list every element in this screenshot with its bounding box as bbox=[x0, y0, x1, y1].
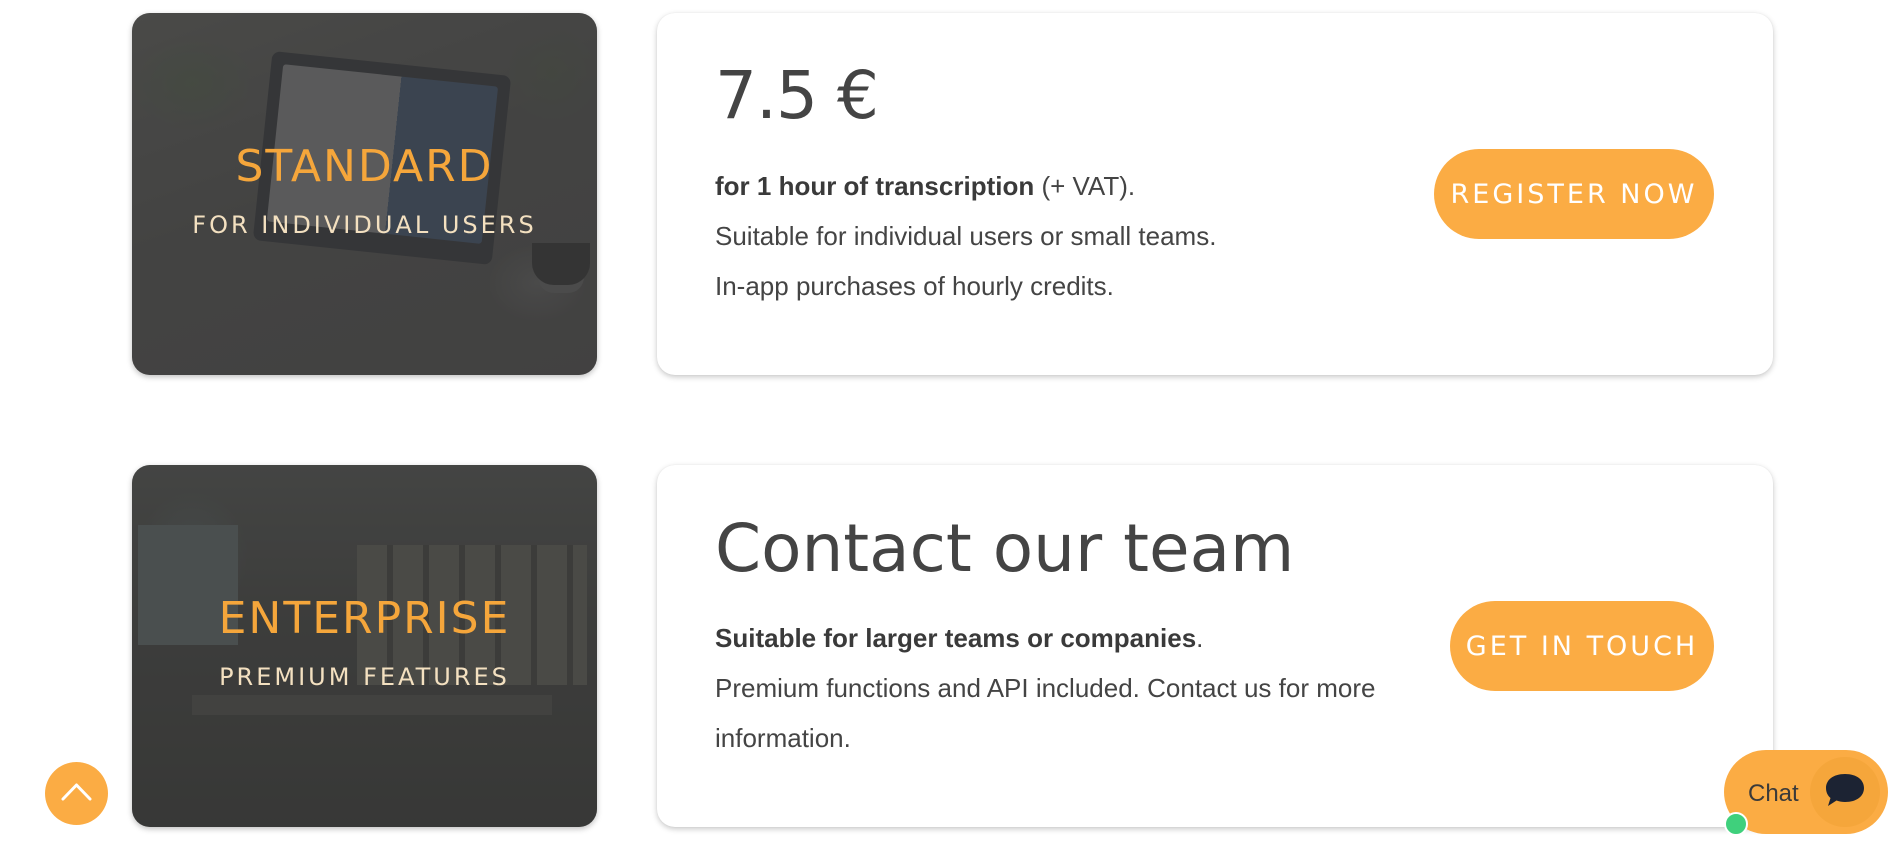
plan-description: Suitable for larger teams or companies. … bbox=[715, 613, 1395, 763]
plan-description-bold: Suitable for larger teams or companies bbox=[715, 623, 1197, 653]
plan-description-bold: for 1 hour of transcription bbox=[715, 171, 1035, 201]
chevron-up-icon bbox=[61, 783, 92, 801]
plan-description-line-1: for 1 hour of transcription (+ VAT). bbox=[715, 161, 1395, 211]
chat-icon-wrap bbox=[1810, 757, 1880, 827]
plan-description-line-2: Premium functions and API included. Cont… bbox=[715, 673, 1376, 753]
chat-label: Chat bbox=[1748, 780, 1799, 807]
plan-description-line-1: Suitable for larger teams or companies. bbox=[715, 613, 1395, 663]
scroll-to-top-button[interactable] bbox=[45, 762, 108, 825]
plan-description-line-2: Suitable for individual users or small t… bbox=[715, 221, 1217, 251]
online-status-dot bbox=[1724, 812, 1748, 836]
plan-image-enterprise: ENTERPRISE PREMIUM FEATURES bbox=[132, 465, 597, 827]
plan-card-standard: 7.5 € for 1 hour of transcription (+ VAT… bbox=[657, 13, 1773, 375]
chat-widget-button[interactable]: Chat bbox=[1724, 750, 1888, 834]
plan-name: ENTERPRISE bbox=[218, 593, 511, 644]
register-now-button[interactable]: REGISTER NOW bbox=[1434, 149, 1714, 239]
plan-name: STANDARD bbox=[235, 141, 494, 192]
plan-description-vat: (+ VAT). bbox=[1034, 171, 1136, 201]
plan-image-standard: STANDARD FOR INDIVIDUAL USERS bbox=[132, 13, 597, 375]
plan-row-enterprise: ENTERPRISE PREMIUM FEATURES Contact our … bbox=[132, 465, 1773, 827]
plan-price: 7.5 € bbox=[715, 57, 879, 134]
plan-headline: Contact our team bbox=[715, 510, 1295, 587]
plan-description-line-3: In-app purchases of hourly credits. bbox=[715, 271, 1114, 301]
chat-bubble-icon bbox=[1826, 774, 1864, 806]
plan-description-period: . bbox=[1196, 623, 1204, 653]
plan-subtitle: FOR INDIVIDUAL USERS bbox=[192, 211, 537, 239]
plan-card-enterprise: Contact our team Suitable for larger tea… bbox=[657, 465, 1773, 827]
get-in-touch-button[interactable]: GET IN TOUCH bbox=[1450, 601, 1714, 691]
plan-subtitle: PREMIUM FEATURES bbox=[219, 663, 510, 691]
plan-row-standard: STANDARD FOR INDIVIDUAL USERS 7.5 € for … bbox=[132, 13, 1773, 375]
plan-description: for 1 hour of transcription (+ VAT). Sui… bbox=[715, 161, 1395, 311]
